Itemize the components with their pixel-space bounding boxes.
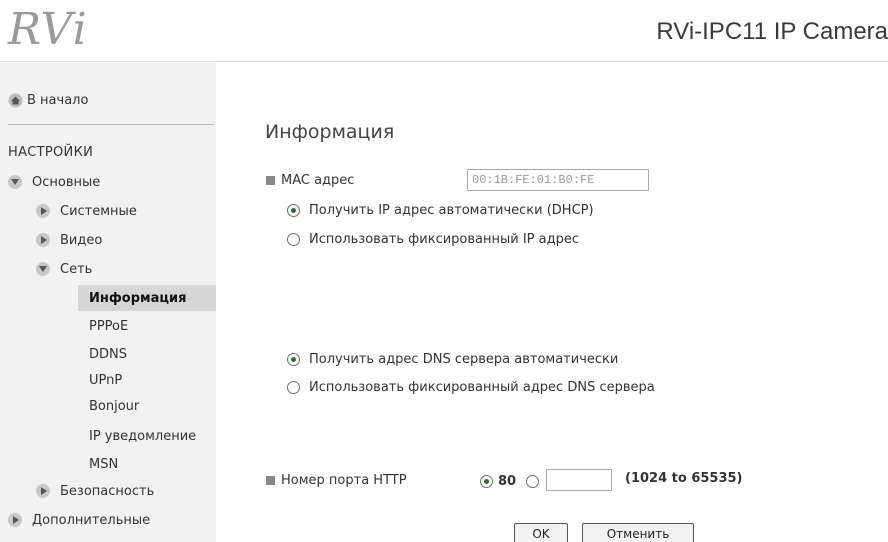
home-link[interactable]: В начало bbox=[8, 90, 88, 110]
home-label: В начало bbox=[27, 92, 89, 108]
sidebar-item-system[interactable]: Системные bbox=[36, 201, 137, 221]
radio-dns-fixed[interactable]: Использовать фиксированный адрес DNS сер… bbox=[287, 377, 655, 397]
rvi-logo: RVi bbox=[8, 4, 88, 55]
sidebar-item-advanced[interactable]: Дополнительные bbox=[8, 510, 150, 530]
sidebar-item-information[interactable]: Информация bbox=[78, 285, 216, 311]
sidebar-item-label: Системные bbox=[60, 203, 137, 219]
chevron-right-icon bbox=[36, 233, 50, 247]
sidebar-item-label: Видео bbox=[60, 232, 103, 248]
sidebar-item-ip-notification[interactable]: IP уведомление bbox=[89, 426, 196, 446]
radio-ip-fixed[interactable]: Использовать фиксированный IP адрес bbox=[287, 229, 579, 249]
settings-section-title: НАСТРОЙКИ bbox=[8, 145, 94, 160]
sidebar-divider bbox=[8, 124, 214, 125]
product-title: RVi-IPC11 IP Camera bbox=[656, 18, 888, 45]
chevron-right-icon bbox=[36, 204, 50, 218]
chevron-down-icon bbox=[36, 262, 50, 276]
home-icon bbox=[8, 93, 23, 107]
radio-dns-auto[interactable]: Получить адрес DNS сервера автоматически bbox=[287, 349, 618, 369]
radio-label: Использовать фиксированный адрес DNS сер… bbox=[309, 379, 655, 395]
sidebar-item-pppoe[interactable]: PPPoE bbox=[89, 316, 128, 336]
sidebar-item-network[interactable]: Сеть bbox=[36, 259, 92, 279]
http-port-input[interactable] bbox=[546, 469, 612, 491]
sidebar: В начало НАСТРОЙКИ Основные Системные Ви… bbox=[0, 63, 216, 542]
header: RVi RVi-IPC11 IP Camera bbox=[0, 0, 888, 62]
radio-port-custom[interactable] bbox=[526, 471, 548, 491]
sidebar-item-label: Дополнительные bbox=[32, 512, 151, 528]
sidebar-item-basic[interactable]: Основные bbox=[8, 172, 100, 192]
radio-unselected-icon bbox=[287, 380, 300, 394]
page-title: Информация bbox=[265, 121, 395, 143]
radio-unselected-icon bbox=[287, 232, 300, 246]
chevron-right-icon bbox=[36, 484, 50, 498]
bullet-square-icon bbox=[266, 175, 275, 185]
radio-selected-icon bbox=[480, 474, 493, 488]
sidebar-item-label: Основные bbox=[32, 174, 101, 190]
sidebar-item-upnp[interactable]: UPnP bbox=[89, 370, 122, 390]
mac-address-field: 00:1B:FE:01:B0:FE bbox=[467, 169, 649, 191]
radio-label: 80 bbox=[498, 473, 517, 489]
radio-selected-icon bbox=[287, 352, 300, 366]
cancel-button[interactable]: Отменить bbox=[582, 523, 694, 542]
radio-label: Получить адрес DNS сервера автоматически bbox=[309, 351, 619, 367]
mac-address-label-text: MAC адрес bbox=[281, 172, 355, 188]
sidebar-item-ddns[interactable]: DDNS bbox=[89, 344, 127, 364]
sidebar-item-msn[interactable]: MSN bbox=[89, 454, 118, 474]
chevron-right-icon bbox=[8, 513, 22, 527]
bullet-square-icon bbox=[266, 475, 275, 485]
radio-label: Получить IP адрес автоматически (DHCP) bbox=[309, 202, 594, 218]
sidebar-item-label: Безопасность bbox=[60, 483, 155, 499]
radio-ip-dhcp[interactable]: Получить IP адрес автоматически (DHCP) bbox=[287, 200, 594, 220]
http-port-label: Номер порта HTTP bbox=[266, 470, 407, 490]
chevron-down-icon bbox=[8, 175, 22, 189]
sidebar-item-bonjour[interactable]: Bonjour bbox=[89, 396, 139, 416]
sidebar-item-video[interactable]: Видео bbox=[36, 230, 102, 250]
radio-selected-icon bbox=[287, 203, 300, 217]
radio-unselected-icon bbox=[526, 474, 539, 488]
ok-button[interactable]: OK bbox=[514, 523, 568, 542]
sidebar-item-label: Сеть bbox=[60, 261, 93, 277]
sidebar-item-security[interactable]: Безопасность bbox=[36, 481, 154, 501]
http-port-range: (1024 to 65535) bbox=[625, 471, 743, 486]
radio-port-80[interactable]: 80 bbox=[480, 471, 516, 491]
mac-address-label: MAC адрес bbox=[266, 170, 354, 190]
http-port-label-text: Номер порта HTTP bbox=[281, 472, 407, 488]
radio-label: Использовать фиксированный IP адрес bbox=[309, 231, 580, 247]
